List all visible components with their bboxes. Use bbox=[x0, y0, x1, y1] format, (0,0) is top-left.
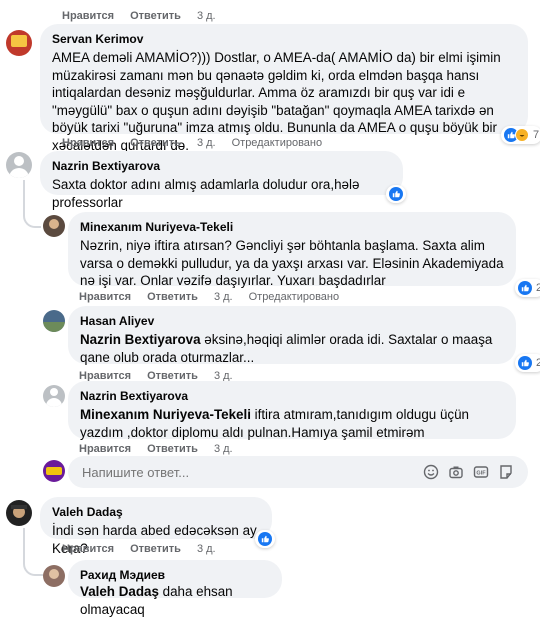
avatar[interactable] bbox=[43, 385, 65, 407]
reply-button[interactable]: Ответить bbox=[130, 543, 181, 555]
like-icon bbox=[518, 281, 532, 295]
comment-author[interactable]: Minexanım Nuriyeva-Tekeli bbox=[80, 219, 504, 235]
comment-text: Minexanım Nuriyeva-Tekeli iftira atmıram… bbox=[80, 407, 469, 440]
like-button[interactable]: Нравится bbox=[79, 443, 131, 455]
avatar[interactable] bbox=[6, 152, 32, 178]
mention-link[interactable]: Valeh Dadaş bbox=[80, 584, 159, 599]
avatar[interactable] bbox=[6, 30, 32, 56]
like-button[interactable]: Нравится bbox=[62, 137, 114, 149]
mention-link[interactable]: Nazrin Bextiyarova bbox=[80, 332, 201, 347]
reaction-count: 2 bbox=[536, 282, 540, 294]
timestamp[interactable]: 3 д. bbox=[214, 443, 233, 455]
reply-input-box[interactable]: GIF bbox=[68, 456, 528, 488]
comment-bubble: Servan Kerimov AMEA deməli AMAMİO?))) Do… bbox=[40, 24, 528, 153]
avatar[interactable] bbox=[43, 215, 65, 237]
avatar[interactable] bbox=[43, 310, 65, 332]
comment-author[interactable]: Рахид Мэдиев bbox=[80, 567, 270, 583]
reaction-summary[interactable]: 2 bbox=[515, 279, 540, 297]
comment-text: Nəzrin, niyə iftira atırsan? Gəncliyi şə… bbox=[80, 238, 504, 288]
comment-actions: Нравится Ответить 3 д. bbox=[62, 543, 216, 555]
reaction-summary[interactable]: 2 bbox=[515, 354, 540, 372]
avatar[interactable] bbox=[43, 565, 65, 587]
comment-text: Valeh Dadaş daha ehsan olmayacaq bbox=[80, 584, 233, 617]
timestamp[interactable]: 3 д. bbox=[197, 137, 216, 149]
mention-link[interactable]: Minexanım Nuriyeva-Tekeli bbox=[80, 407, 251, 422]
comment-author[interactable]: Nazrin Bextiyarova bbox=[80, 388, 504, 404]
comment-bubble: Hasan Aliyev Nazrin Bextiyarova əksinə,h… bbox=[68, 306, 516, 365]
timestamp[interactable]: 3 д. bbox=[197, 10, 216, 22]
like-icon bbox=[389, 187, 403, 201]
comment-bubble: Nazrin Bextiyarova Saxta doktor adını al… bbox=[40, 151, 403, 210]
comment-text: Saxta doktor adını almış adamlarla dolud… bbox=[52, 177, 360, 210]
reply-button[interactable]: Ответить bbox=[147, 291, 198, 303]
timestamp[interactable]: 3 д. bbox=[197, 543, 216, 555]
comment-actions: Нравится Ответить 3 д. Отредактировано bbox=[62, 137, 322, 149]
comment-author[interactable]: Servan Kerimov bbox=[52, 31, 516, 47]
comment-bubble: Рахид Мэдиев Valeh Dadaş daha ehsan olma… bbox=[68, 560, 282, 617]
like-button[interactable]: Нравится bbox=[62, 10, 114, 22]
comment-bubble: Valeh Dadaş İndi sən harda abed edəcəksə… bbox=[40, 497, 272, 556]
comment-author[interactable]: Nazrin Bextiyarova bbox=[52, 158, 391, 174]
comment-bubble: Nazrin Bextiyarova Minexanım Nuriyeva-Te… bbox=[68, 381, 516, 440]
comment-text: Nazrin Bextiyarova əksinə,həqiqi alimlər… bbox=[80, 332, 493, 365]
camera-icon[interactable] bbox=[448, 464, 464, 480]
reaction-count: 7 bbox=[533, 129, 540, 141]
emoji-icon[interactable] bbox=[423, 464, 439, 480]
svg-text:GIF: GIF bbox=[476, 470, 486, 476]
like-icon bbox=[518, 356, 532, 370]
reply-input[interactable] bbox=[80, 463, 414, 481]
edited-label: Отредактировано bbox=[248, 291, 340, 303]
top-comment-actions: Нравится Ответить 3 д. bbox=[62, 10, 216, 22]
edited-label: Отредактировано bbox=[231, 137, 323, 149]
avatar[interactable] bbox=[6, 500, 32, 526]
thread-line bbox=[23, 180, 41, 228]
reply-button[interactable]: Ответить bbox=[130, 137, 181, 149]
gif-icon[interactable]: GIF bbox=[473, 464, 489, 480]
like-icon bbox=[258, 532, 272, 546]
comment-bubble: Minexanım Nuriyeva-Tekeli Nəzrin, niyə i… bbox=[68, 212, 516, 288]
reaction-summary[interactable] bbox=[255, 530, 275, 548]
timestamp[interactable]: 3 д. bbox=[214, 291, 233, 303]
haha-icon bbox=[515, 128, 529, 142]
comment-author[interactable]: Hasan Aliyev bbox=[80, 313, 504, 329]
comment-actions: Нравится Ответить 3 д. Отредактировано bbox=[79, 291, 339, 303]
user-avatar[interactable] bbox=[43, 460, 65, 482]
reaction-count: 2 bbox=[536, 357, 540, 369]
reply-button[interactable]: Ответить bbox=[147, 443, 198, 455]
like-button[interactable]: Нравится bbox=[79, 291, 131, 303]
reaction-summary[interactable] bbox=[386, 185, 406, 203]
sticker-icon[interactable] bbox=[498, 464, 514, 480]
comment-actions: Нравится Ответить 3 д. bbox=[79, 443, 233, 455]
reaction-summary[interactable]: 7 bbox=[501, 126, 540, 144]
reply-button[interactable]: Ответить bbox=[130, 10, 181, 22]
thread-line bbox=[23, 528, 43, 576]
comment-author[interactable]: Valeh Dadaş bbox=[52, 504, 260, 520]
like-button[interactable]: Нравится bbox=[62, 543, 114, 555]
